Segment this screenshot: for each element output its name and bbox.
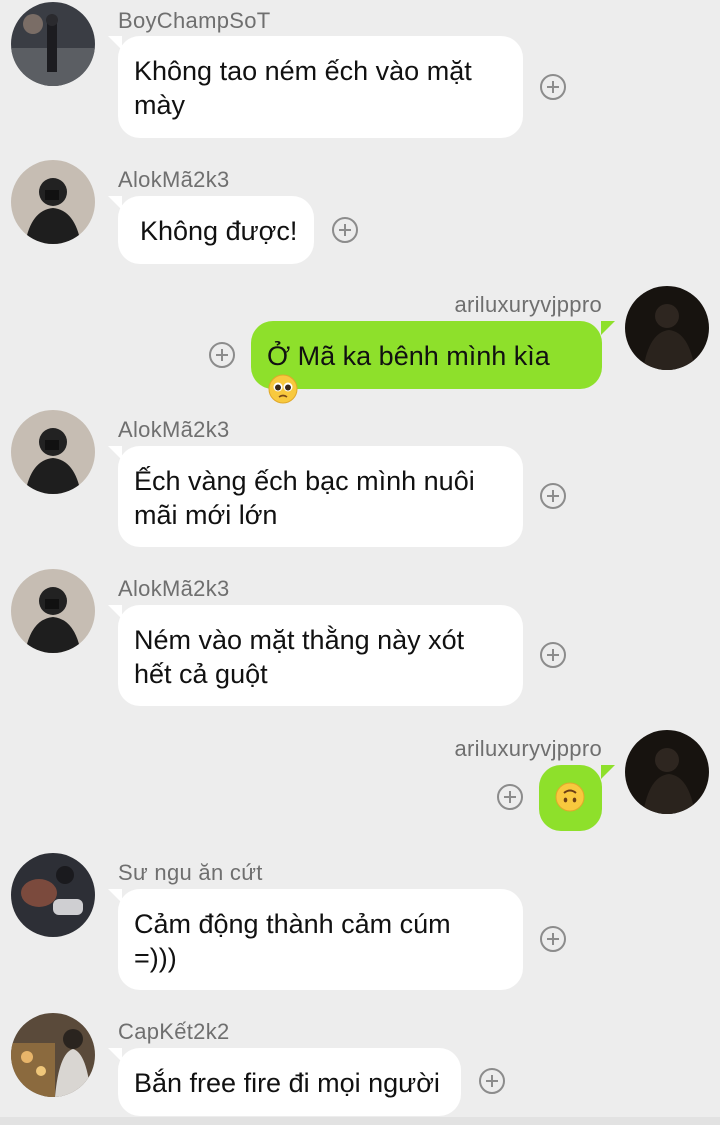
- add-reaction-icon[interactable]: [479, 1068, 505, 1094]
- add-reaction-icon[interactable]: [540, 483, 566, 509]
- message-text-line: hết cả guột: [134, 659, 268, 689]
- message-text-line: mày: [134, 90, 186, 120]
- bottom-divider: [0, 1117, 720, 1125]
- message-text-line: mãi mới lớn: [134, 500, 278, 530]
- sender-name: ariluxuryvjppro: [454, 736, 602, 761]
- sender-name: AlokMã2k3: [118, 417, 230, 442]
- message-text-line: Bắn free fire đi mọi người: [134, 1068, 440, 1098]
- bubble-tail: [601, 765, 615, 779]
- sender-name: Sư ngu ăn cứt: [118, 860, 263, 885]
- avatar[interactable]: [625, 730, 709, 814]
- pleading-face-emoji-icon: [267, 373, 299, 405]
- message-bubble[interactable]: Không tao ném ếch vào mặt mày: [118, 36, 523, 138]
- sender-name: AlokMã2k3: [118, 576, 230, 601]
- message-text: Ở Mã ka bênh mình kìa: [267, 341, 550, 371]
- avatar[interactable]: [11, 1013, 95, 1097]
- message-text-line: Không được!: [140, 216, 298, 246]
- add-reaction-icon[interactable]: [209, 342, 235, 368]
- avatar[interactable]: [11, 2, 95, 86]
- sender-name: CapKết2k2: [118, 1019, 230, 1044]
- message-bubble[interactable]: Ném vào mặt thằng này xót hết cả guột: [118, 605, 523, 706]
- message-bubble[interactable]: [539, 765, 602, 831]
- avatar[interactable]: [625, 286, 709, 370]
- bubble-tail: [601, 321, 615, 335]
- sender-name: AlokMã2k3: [118, 167, 230, 192]
- avatar[interactable]: [11, 410, 95, 494]
- add-reaction-icon[interactable]: [332, 217, 358, 243]
- avatar[interactable]: [11, 160, 95, 244]
- add-reaction-icon[interactable]: [540, 74, 566, 100]
- message-text-line: Cảm động thành cảm cúm: [134, 909, 451, 939]
- sender-name: ariluxuryvjppro: [454, 292, 602, 317]
- message-text-line: =))): [134, 943, 177, 973]
- message-bubble[interactable]: Ếch vàng ếch bạc mình nuôi mãi mới lớn: [118, 446, 523, 547]
- message-bubble[interactable]: Ở Mã ka bênh mình kìa: [251, 321, 602, 404]
- message-text-line: Không tao ném ếch vào mặt: [134, 56, 472, 86]
- message-text-line: Ném vào mặt thằng này xót: [134, 625, 465, 655]
- avatar[interactable]: [11, 569, 95, 653]
- add-reaction-icon[interactable]: [497, 784, 523, 810]
- add-reaction-icon[interactable]: [540, 926, 566, 952]
- avatar[interactable]: [11, 853, 95, 937]
- sender-name: BoyChampSoT: [118, 8, 271, 33]
- upside-down-face-emoji-icon: [554, 781, 586, 813]
- message-bubble[interactable]: Bắn free fire đi mọi người: [118, 1048, 461, 1116]
- message-bubble[interactable]: Cảm động thành cảm cúm =))): [118, 889, 523, 990]
- message-bubble[interactable]: Không được!: [118, 196, 314, 264]
- add-reaction-icon[interactable]: [540, 642, 566, 668]
- message-text-line: Ếch vàng ếch bạc mình nuôi: [134, 466, 475, 496]
